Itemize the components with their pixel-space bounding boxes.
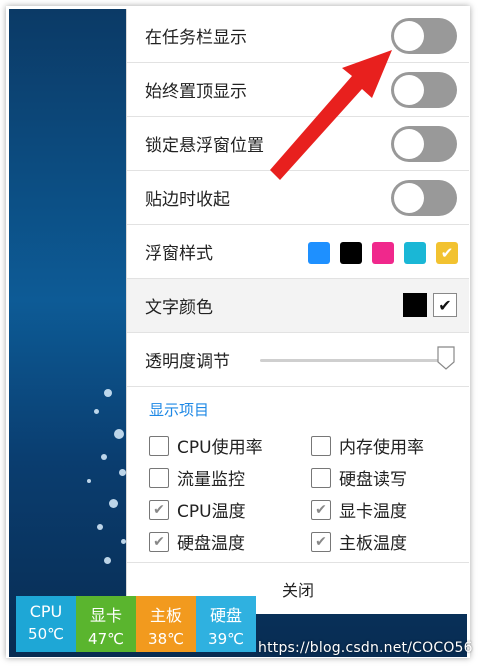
style-swatch-cyan[interactable]: [404, 242, 426, 264]
check-icon: ✔: [153, 501, 165, 518]
checkbox-box[interactable]: ✔: [149, 531, 169, 552]
checkbox-box[interactable]: ✔: [311, 499, 331, 520]
settings-panel: 在任务栏显示 始终置顶显示 锁定悬浮窗位置 贴边时收起 浮窗样式 ✔ 文字颜色 …: [126, 9, 469, 614]
setting-row-opacity: 透明度调节: [127, 333, 469, 387]
style-swatch-blue[interactable]: [308, 242, 330, 264]
toggle-knob: [394, 128, 424, 159]
float-tile-gpu: 显卡 47℃: [76, 596, 136, 652]
checkbox-cpu-temp[interactable]: ✔ CPU温度: [149, 497, 246, 522]
checkbox-label: CPU温度: [177, 502, 246, 522]
tile-value: 47℃: [88, 630, 124, 648]
tile-name: CPU: [29, 602, 63, 621]
tile-value: 38℃: [148, 630, 184, 648]
checkbox-cpu-usage[interactable]: CPU使用率: [149, 433, 263, 458]
setting-row-taskbar: 在任务栏显示: [127, 9, 469, 63]
taskbar-toggle[interactable]: [391, 17, 457, 54]
setting-label: 贴边时收起: [145, 190, 230, 210]
setting-row-text-color: 文字颜色 ✔: [127, 279, 469, 333]
checkbox-label: 硬盘读写: [339, 470, 407, 490]
check-icon: ✔: [315, 501, 327, 518]
lock-position-toggle[interactable]: [391, 125, 457, 162]
check-icon: ✔: [315, 533, 327, 550]
checkbox-box[interactable]: [311, 467, 331, 488]
checkbox-label: 流量监控: [177, 470, 245, 490]
checkbox-label: 显卡温度: [339, 502, 407, 522]
checkbox-label: 主板温度: [339, 534, 407, 554]
toggle-knob: [394, 182, 424, 213]
opacity-slider-track[interactable]: [260, 359, 450, 362]
checkbox-label: 内存使用率: [339, 438, 424, 458]
setting-label: 始终置顶显示: [145, 82, 247, 102]
opacity-label: 透明度调节: [145, 352, 230, 372]
setting-label: 在任务栏显示: [145, 28, 247, 48]
topmost-toggle[interactable]: [391, 71, 457, 108]
setting-row-edge-collapse: 贴边时收起: [127, 171, 469, 225]
checkbox-disk-io[interactable]: 硬盘读写: [311, 465, 407, 490]
style-label: 浮窗样式: [145, 244, 213, 264]
setting-row-style: 浮窗样式 ✔: [127, 225, 469, 279]
check-icon: ✔: [440, 244, 454, 262]
style-swatch-black[interactable]: [340, 242, 362, 264]
tile-name: 主板: [149, 606, 182, 625]
checkbox-box[interactable]: [149, 435, 169, 456]
checkbox-traffic-monitor[interactable]: 流量监控: [149, 465, 245, 490]
checkbox-label: 硬盘温度: [177, 534, 245, 554]
watermark-text: https://blog.csdn.net/COCO56: [258, 640, 473, 656]
checkbox-box[interactable]: ✔: [149, 499, 169, 520]
checkbox-mainboard-temp[interactable]: ✔ 主板温度: [311, 529, 407, 554]
style-swatch-pink[interactable]: [372, 242, 394, 264]
checkbox-box[interactable]: ✔: [311, 531, 331, 552]
toggle-knob: [394, 20, 424, 51]
check-icon: ✔: [153, 533, 165, 550]
checkbox-memory-usage[interactable]: 内存使用率: [311, 433, 424, 458]
edge-collapse-toggle[interactable]: [391, 179, 457, 216]
float-tile-disk: 硬盘 39℃: [196, 596, 256, 652]
checkbox-box[interactable]: [149, 467, 169, 488]
check-icon: ✔: [438, 295, 452, 315]
setting-row-lock-position: 锁定悬浮窗位置: [127, 117, 469, 171]
checkbox-disk-temp[interactable]: ✔ 硬盘温度: [149, 529, 245, 554]
opacity-slider-thumb[interactable]: [437, 346, 455, 370]
setting-label: 锁定悬浮窗位置: [145, 136, 264, 156]
setting-row-topmost: 始终置顶显示: [127, 63, 469, 117]
text-color-label: 文字颜色: [145, 298, 213, 318]
text-color-swatch[interactable]: [403, 293, 427, 317]
tile-name: 显卡: [89, 606, 122, 625]
checkbox-gpu-temp[interactable]: ✔ 显卡温度: [311, 497, 407, 522]
display-items-title: 显示项目: [149, 401, 210, 419]
checkbox-box[interactable]: [311, 435, 331, 456]
tile-value: 39℃: [208, 630, 244, 648]
tile-value: 50℃: [28, 625, 64, 643]
style-swatch-yellow-selected[interactable]: ✔: [436, 242, 458, 264]
tile-name: 硬盘: [209, 606, 242, 625]
float-tile-cpu: CPU 50℃: [16, 596, 76, 652]
text-color-checkbox[interactable]: ✔: [433, 293, 457, 317]
checkbox-label: CPU使用率: [177, 438, 263, 458]
toggle-knob: [394, 74, 424, 105]
float-tile-mainboard: 主板 38℃: [136, 596, 196, 652]
